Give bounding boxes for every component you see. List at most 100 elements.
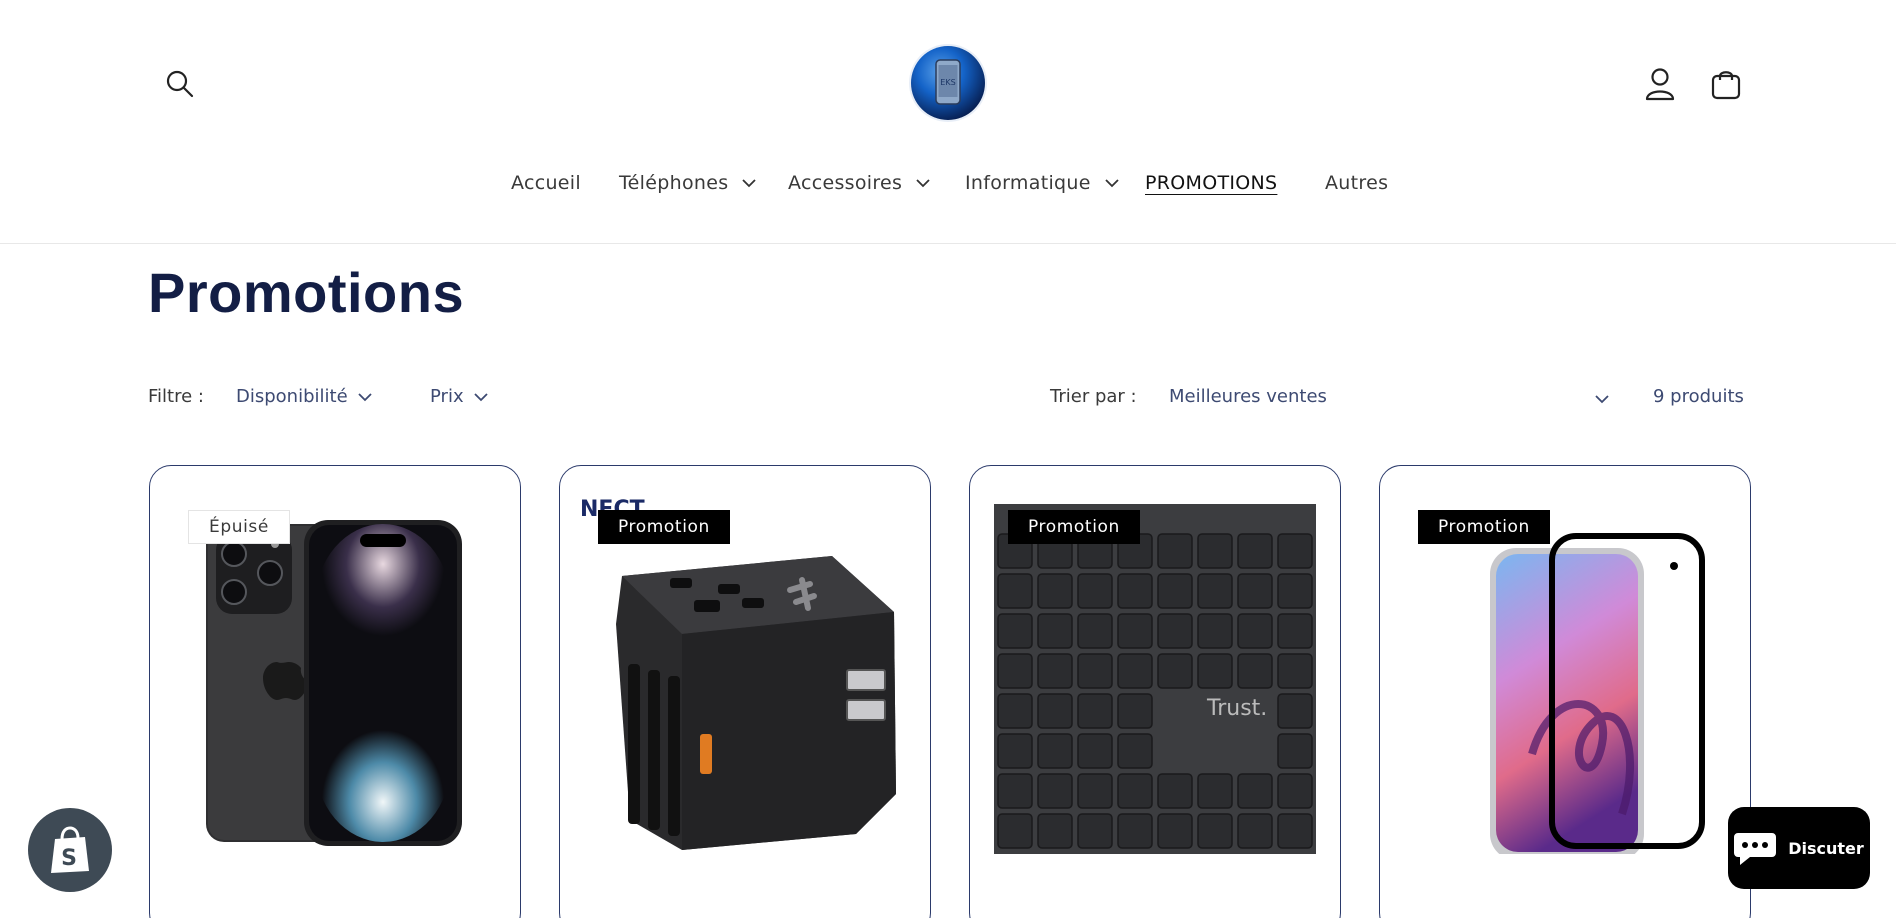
nav-item-promotions[interactable]: PROMOTIONS bbox=[1145, 172, 1277, 194]
product-card[interactable]: Épuisé bbox=[149, 465, 521, 918]
keyboard-key bbox=[1037, 773, 1073, 809]
promotion-badge: Promotion bbox=[1008, 510, 1140, 544]
iphone-image bbox=[206, 520, 462, 846]
sold-out-badge: Épuisé bbox=[188, 510, 290, 544]
keyboard-key bbox=[1117, 813, 1153, 849]
keyboard-key bbox=[1037, 693, 1073, 729]
keyboard-key bbox=[997, 613, 1033, 649]
keyboard-key bbox=[1077, 613, 1113, 649]
product-count: 9 produits bbox=[1653, 386, 1744, 407]
product-card[interactable]: Promotion Trust. bbox=[969, 465, 1341, 918]
keyboard-key bbox=[1237, 613, 1273, 649]
nav-item-telephones[interactable]: Téléphones bbox=[619, 172, 757, 194]
keyboard-key bbox=[1117, 573, 1153, 609]
product-card[interactable]: Promotion NECT bbox=[559, 465, 931, 918]
keyboard-key bbox=[1157, 613, 1193, 649]
filter-price-dropdown[interactable]: Prix bbox=[430, 386, 488, 407]
keyboard-key bbox=[997, 693, 1033, 729]
keyboard-key bbox=[1037, 573, 1073, 609]
keyboard-key bbox=[1237, 773, 1273, 809]
chevron-down-icon bbox=[1595, 395, 1609, 404]
shopping-bag-icon bbox=[1711, 71, 1741, 100]
user-icon bbox=[1645, 68, 1675, 101]
keyboard-key bbox=[1037, 613, 1073, 649]
store-logo[interactable]: EKS bbox=[907, 40, 989, 126]
keyboard-key bbox=[1077, 773, 1113, 809]
keyboard-key bbox=[1117, 653, 1153, 689]
keyboard-key bbox=[1237, 653, 1273, 689]
filter-label: Filtre : bbox=[148, 386, 204, 407]
keyboard-key bbox=[1157, 573, 1193, 609]
site-header: EKS Accueil Téléphones Accessoires Infor… bbox=[0, 0, 1896, 244]
account-button[interactable] bbox=[1640, 62, 1680, 106]
keyboard-key bbox=[1277, 653, 1313, 689]
keyboard-key bbox=[1197, 653, 1233, 689]
promotion-badge: Promotion bbox=[598, 510, 730, 544]
filter-bar: Filtre : Disponibilité Prix Trier par : … bbox=[148, 382, 1752, 412]
keyboard-key bbox=[997, 773, 1033, 809]
chevron-down-icon bbox=[473, 392, 488, 401]
keyboard-key bbox=[1277, 693, 1313, 729]
keyboard-key bbox=[1037, 653, 1073, 689]
search-icon bbox=[166, 70, 194, 98]
chevron-down-icon bbox=[358, 392, 372, 401]
chevron-down-icon bbox=[1105, 179, 1119, 188]
keyboard-key bbox=[1277, 733, 1313, 769]
keyboard-key bbox=[1197, 613, 1233, 649]
keyboard-key bbox=[1237, 533, 1273, 569]
travel-adapter-image: NECT bbox=[582, 497, 896, 850]
keyboard-key bbox=[1277, 813, 1313, 849]
keyboard-key bbox=[1237, 813, 1273, 849]
keyboard-key bbox=[1157, 653, 1193, 689]
keyboard-key bbox=[1237, 573, 1273, 609]
keyboard-key bbox=[1117, 773, 1153, 809]
nav-item-informatique[interactable]: Informatique bbox=[965, 172, 1119, 194]
keyboard-key bbox=[1157, 813, 1193, 849]
keyboard-key bbox=[1077, 733, 1113, 769]
keyboard-key bbox=[1277, 533, 1313, 569]
sort-label: Trier par : bbox=[1050, 386, 1137, 407]
chat-label: Discuter bbox=[1788, 838, 1864, 858]
chevron-down-icon bbox=[742, 179, 757, 188]
nav-item-accessoires[interactable]: Accessoires bbox=[788, 172, 930, 194]
promotion-badge: Promotion bbox=[1418, 510, 1550, 544]
keyboard-key bbox=[1197, 773, 1233, 809]
keyboard-key bbox=[1077, 693, 1113, 729]
keyboard-key bbox=[997, 573, 1033, 609]
keyboard-key bbox=[997, 653, 1033, 689]
keyboard-key bbox=[1157, 533, 1193, 569]
keyboard-key bbox=[1077, 813, 1113, 849]
keyboard-key bbox=[1197, 813, 1233, 849]
nav-item-autres[interactable]: Autres bbox=[1325, 172, 1388, 194]
page-title: Promotions bbox=[148, 261, 465, 324]
shopping-bag-icon: S bbox=[51, 826, 89, 873]
keyboard-key bbox=[1077, 653, 1113, 689]
keyboard-key bbox=[1157, 773, 1193, 809]
filter-availability-dropdown[interactable]: Disponibilité bbox=[236, 386, 372, 407]
svg-text:Trust.: Trust. bbox=[1206, 696, 1267, 721]
keyboard-key bbox=[1117, 693, 1153, 729]
nav-item-accueil[interactable]: Accueil bbox=[511, 172, 581, 194]
cart-button[interactable] bbox=[1706, 62, 1746, 106]
main-navigation: Accueil Téléphones Accessoires Informati… bbox=[0, 166, 1896, 206]
chat-button[interactable]: Discuter bbox=[1728, 807, 1870, 889]
keyboard-key bbox=[1037, 813, 1073, 849]
keyboard-key bbox=[997, 813, 1033, 849]
keyboard-key bbox=[997, 733, 1033, 769]
keyboard-key bbox=[1117, 733, 1153, 769]
keyboard-key bbox=[1277, 573, 1313, 609]
keyboard-key bbox=[1077, 573, 1113, 609]
keyboard-key bbox=[1117, 613, 1153, 649]
keyboard-key bbox=[1277, 613, 1313, 649]
product-card[interactable]: Promotion bbox=[1379, 465, 1751, 918]
shopify-chat-bubble[interactable]: S bbox=[28, 808, 112, 892]
keyboard-key bbox=[1037, 733, 1073, 769]
keyboard-key bbox=[1197, 573, 1233, 609]
keyboard-key bbox=[1197, 533, 1233, 569]
sort-select[interactable]: Meilleures ventes bbox=[1169, 386, 1609, 407]
chat-bubble-icon bbox=[1734, 833, 1777, 865]
search-button[interactable] bbox=[160, 64, 200, 104]
svg-text:S: S bbox=[61, 846, 77, 871]
chevron-down-icon bbox=[916, 179, 930, 188]
screen-protector-image bbox=[1490, 533, 1705, 854]
